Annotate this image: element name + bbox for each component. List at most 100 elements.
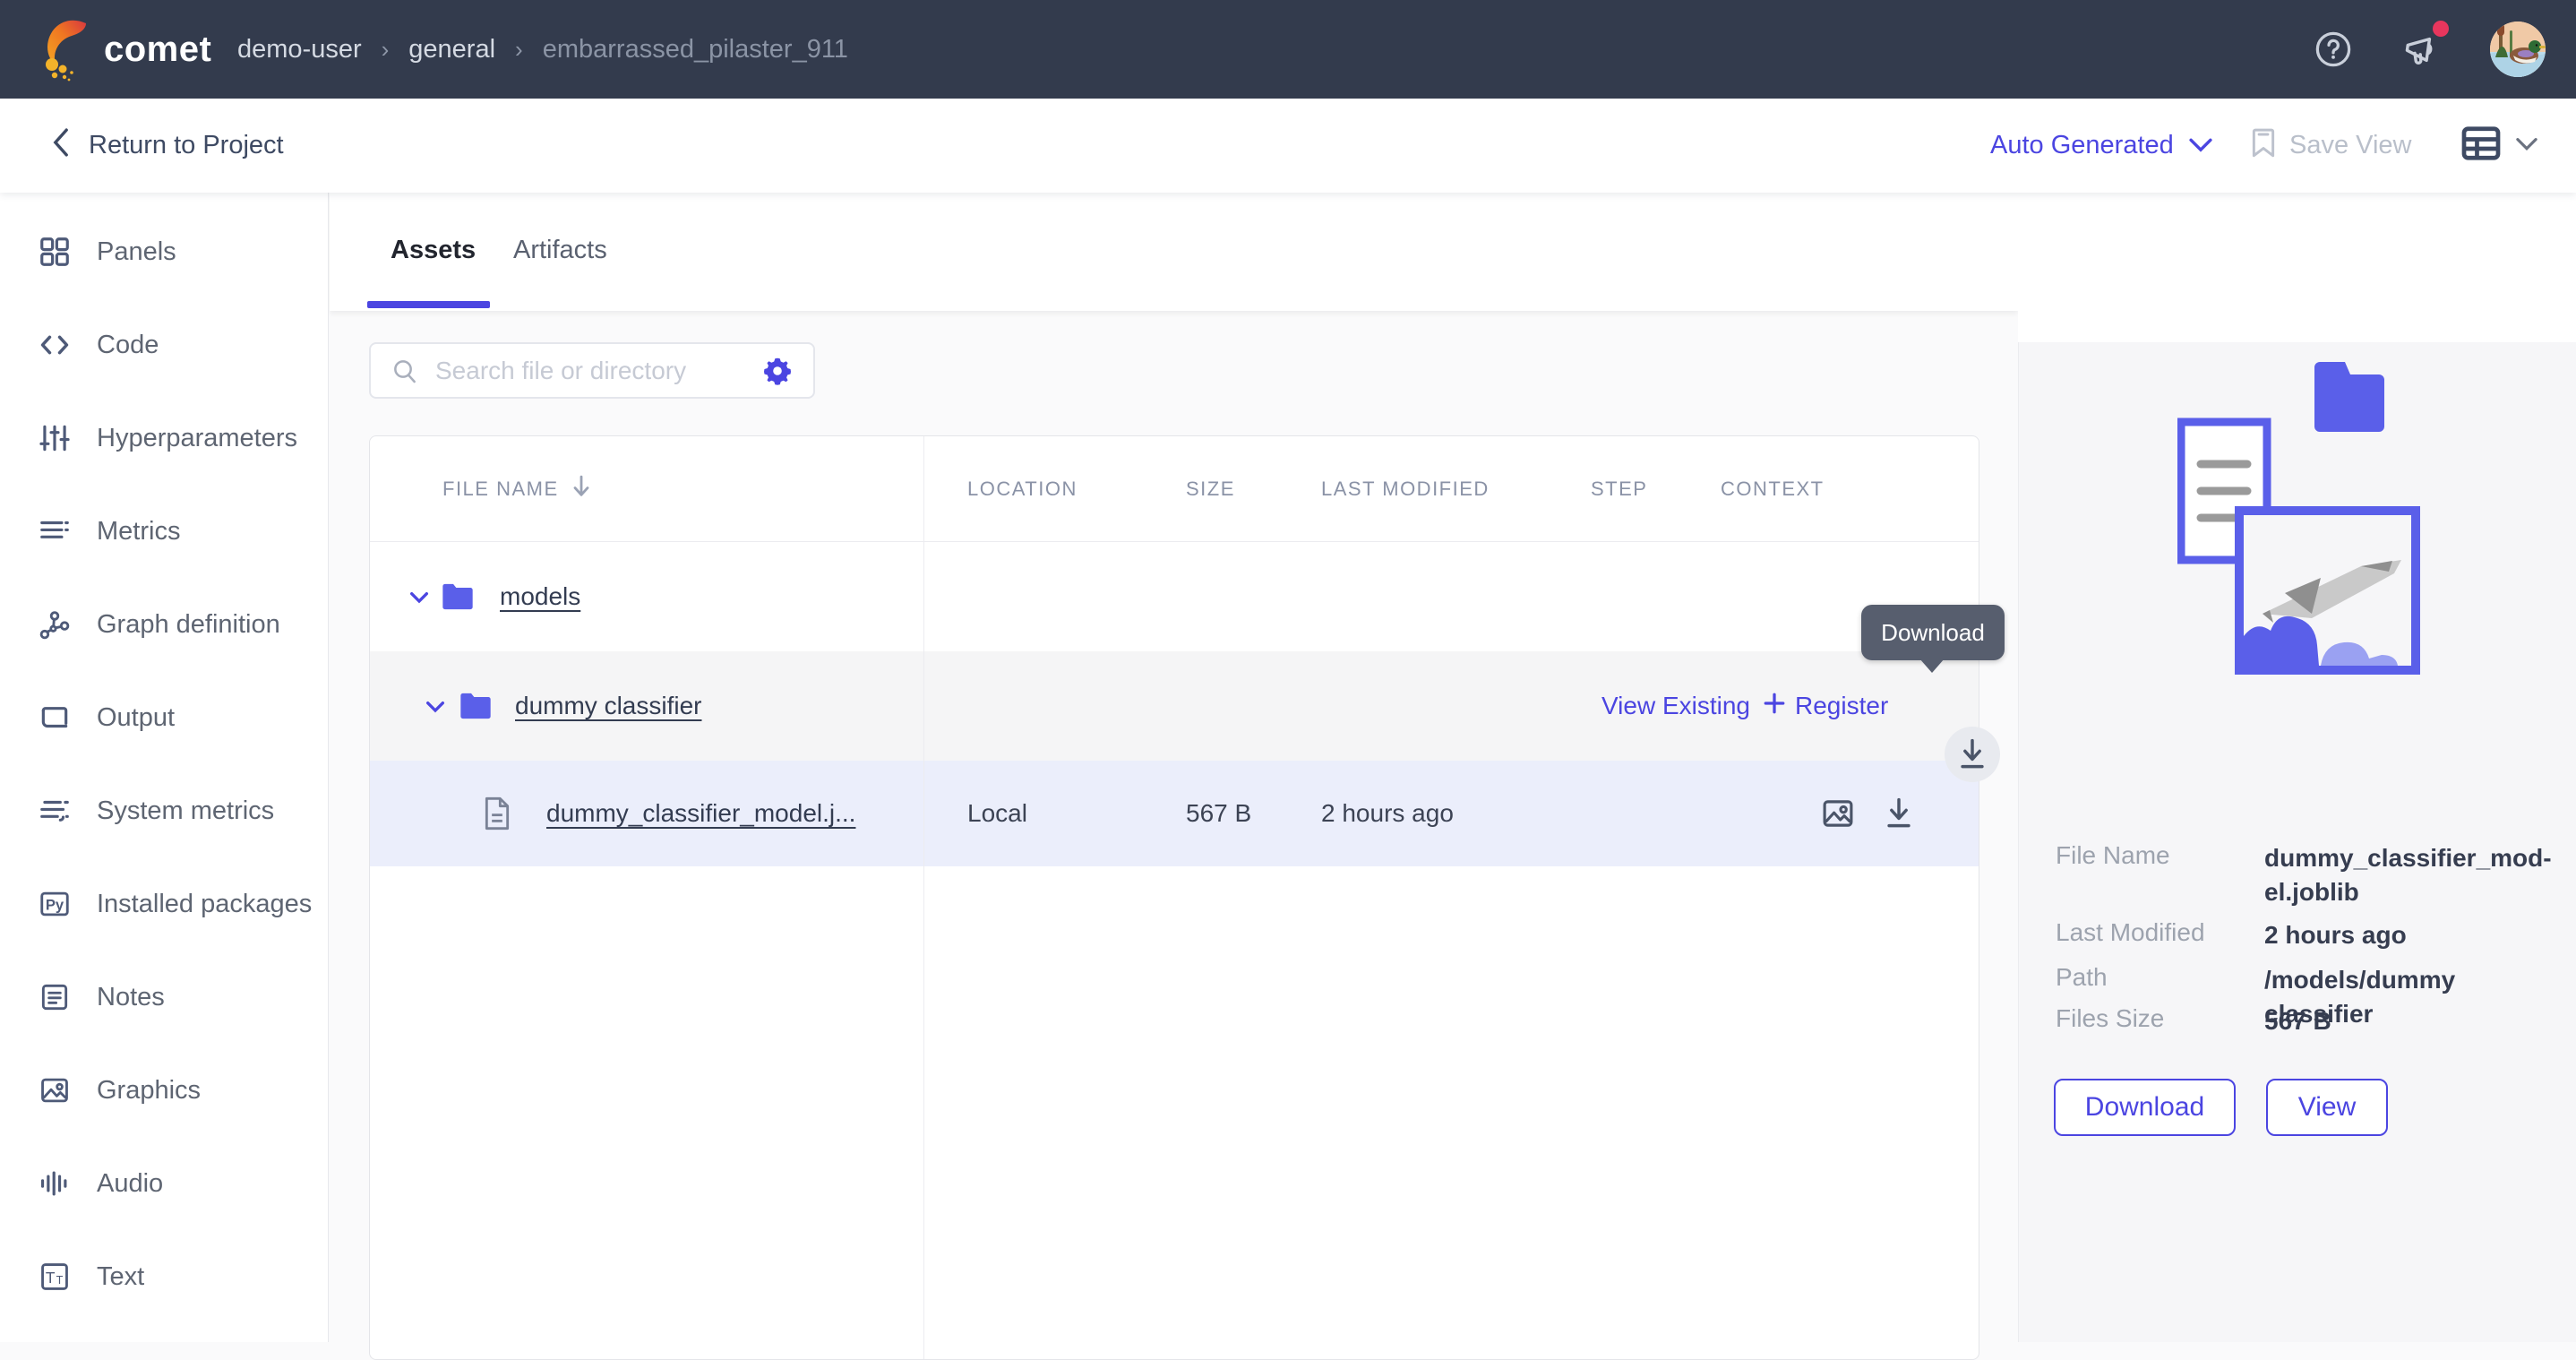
active-tab-indicator <box>367 301 490 308</box>
sidebar-item-system-metrics[interactable]: System metrics <box>0 764 328 857</box>
layout-options-button[interactable] <box>2461 99 2538 193</box>
code-brackets-icon <box>38 328 72 362</box>
detail-value: dummy_classifier_mod-el.joblib <box>2264 841 2552 909</box>
table-row-file-dummy-classifier-model: dummy_classifier_model.j... Local 567 B … <box>370 761 1979 866</box>
svg-text:T: T <box>46 1269 56 1287</box>
column-header-file-name[interactable]: FILE NAME <box>442 436 593 542</box>
detail-label: Files Size <box>2056 1004 2264 1038</box>
sidebar-item-graphics[interactable]: Graphics <box>0 1044 328 1137</box>
column-header-location[interactable]: LOCATION <box>967 436 1078 542</box>
download-folder-button[interactable] <box>1945 727 2000 782</box>
comet-logo[interactable]: comet <box>39 13 211 87</box>
return-to-project-link[interactable]: Return to Project <box>49 99 284 193</box>
tab-artifacts[interactable]: Artifacts <box>513 193 607 307</box>
return-to-project-label: Return to Project <box>89 131 284 160</box>
detail-value: 2 hours ago <box>2264 918 2549 952</box>
sidebar-item-installed-packages[interactable]: Py Installed packages <box>0 857 328 951</box>
tab-assets[interactable]: Assets <box>391 193 476 307</box>
view-existing-link[interactable]: View Existing <box>1601 651 1750 761</box>
file-location: Local <box>967 761 1027 866</box>
breadcrumb-workspace[interactable]: demo-user <box>237 35 362 65</box>
folder-name-link[interactable]: dummy classifier <box>515 651 701 761</box>
sidebar-item-label: Output <box>97 703 175 733</box>
folder-icon <box>440 542 476 651</box>
sidebar-item-label: Code <box>97 331 159 360</box>
svg-text:T: T <box>56 1274 64 1287</box>
save-view-label: Save View <box>2289 131 2412 160</box>
sidebar-item-notes[interactable]: Notes <box>0 951 328 1044</box>
chevron-left-icon <box>49 127 73 165</box>
table-grid-icon <box>2461 126 2501 165</box>
table-header: FILE NAME LOCATION SIZE LAST MODIFIED ST… <box>370 436 1979 542</box>
sidebar-item-label: Metrics <box>97 517 180 547</box>
svg-text:Py: Py <box>46 896 64 913</box>
plus-icon <box>1763 692 1786 721</box>
register-model-link[interactable]: Register <box>1763 651 1888 761</box>
tooltip-arrow <box>1919 658 1945 673</box>
search-input[interactable] <box>435 357 761 385</box>
sidebar-item-code[interactable]: Code <box>0 298 328 392</box>
folder-name-link[interactable]: models <box>500 542 580 651</box>
download-file-icon[interactable] <box>1882 761 1916 866</box>
note-document-icon <box>38 980 72 1014</box>
file-name-link[interactable]: dummy_classifier_model.j... <box>546 761 855 866</box>
collapse-chevron-icon[interactable] <box>406 542 433 651</box>
search-icon <box>391 357 419 385</box>
chevron-down-icon <box>2515 135 2538 156</box>
column-header-context[interactable]: CONTEXT <box>1721 436 1825 542</box>
detail-label: Last Modified <box>2056 918 2264 952</box>
sidebar-item-label: System metrics <box>97 796 274 826</box>
filter-gear-icon[interactable] <box>761 355 794 387</box>
download-tooltip: Download <box>1861 605 2005 660</box>
sidebar-item-label: Notes <box>97 983 165 1012</box>
sidebar-item-audio[interactable]: Audio <box>0 1137 328 1230</box>
column-header-last-modified[interactable]: LAST MODIFIED <box>1321 436 1490 542</box>
table-row-folder-dummy-classifier: dummy classifier View Existing Register <box>370 651 1979 761</box>
notification-badge <box>2433 21 2449 37</box>
detail-label: File Name <box>2056 841 2264 909</box>
help-icon[interactable] <box>2313 29 2354 70</box>
sidebar-item-metrics[interactable]: Metrics <box>0 485 328 578</box>
waveform-icon <box>38 1166 72 1201</box>
breadcrumb-experiment[interactable]: embarrassed_pilaster_911 <box>543 35 848 65</box>
image-icon <box>38 1073 72 1107</box>
sidebar-item-label: Graphics <box>97 1076 201 1106</box>
search-bar <box>369 342 815 399</box>
sidebar-item-graph-definition[interactable]: Graph definition <box>0 578 328 671</box>
view-dropdown[interactable]: Auto Generated <box>1990 99 2213 193</box>
brand-name: comet <box>104 30 211 70</box>
breadcrumb: demo-user › general › embarrassed_pilast… <box>237 0 848 99</box>
column-header-step[interactable]: STEP <box>1591 436 1647 542</box>
tab-bar: Assets Artifacts <box>330 193 2018 311</box>
sidebar-item-panels[interactable]: Panels <box>0 205 328 298</box>
column-divider <box>923 436 924 1359</box>
sidebar-item-text[interactable]: TT Text <box>0 1230 328 1323</box>
breadcrumb-project[interactable]: general <box>408 35 495 65</box>
file-last-modified: 2 hours ago <box>1321 761 1454 866</box>
chevron-down-icon <box>2188 131 2213 160</box>
collapse-chevron-icon[interactable] <box>422 651 449 761</box>
sidebar-item-output[interactable]: Output <box>0 671 328 764</box>
download-button[interactable]: Download <box>2054 1079 2236 1136</box>
sidebar-item-label: Panels <box>97 237 176 267</box>
sidebar-item-label: Text <box>97 1262 144 1292</box>
view-dropdown-value: Auto Generated <box>1990 131 2174 160</box>
sidebar-item-label: Audio <box>97 1169 163 1199</box>
sidebar-item-hyperparameters[interactable]: Hyperparameters <box>0 392 328 485</box>
breadcrumb-separator: › <box>382 36 390 64</box>
bookmark-icon <box>2250 126 2277 166</box>
folder-shape <box>2314 362 2384 432</box>
announcements-icon[interactable] <box>2400 28 2443 71</box>
user-avatar[interactable] <box>2490 22 2546 77</box>
sidebar-item-label: Hyperparameters <box>97 424 297 453</box>
detail-field-file-name: File Name dummy_classifier_mod-el.joblib <box>2056 841 2549 909</box>
top-navigation-bar: comet demo-user › general › embarrassed_… <box>0 0 2576 99</box>
preview-image-icon[interactable] <box>1819 761 1857 866</box>
save-view-button[interactable]: Save View <box>2250 99 2412 193</box>
column-header-size[interactable]: SIZE <box>1186 436 1235 542</box>
file-details-panel: File Name dummy_classifier_mod-el.joblib… <box>2018 193 2576 1342</box>
view-button[interactable]: View <box>2266 1079 2388 1136</box>
breadcrumb-separator: › <box>515 36 523 64</box>
assets-main-area: Assets Artifacts FILE NAME LOCATION SIZE… <box>330 193 2018 1342</box>
file-icon <box>482 761 512 866</box>
